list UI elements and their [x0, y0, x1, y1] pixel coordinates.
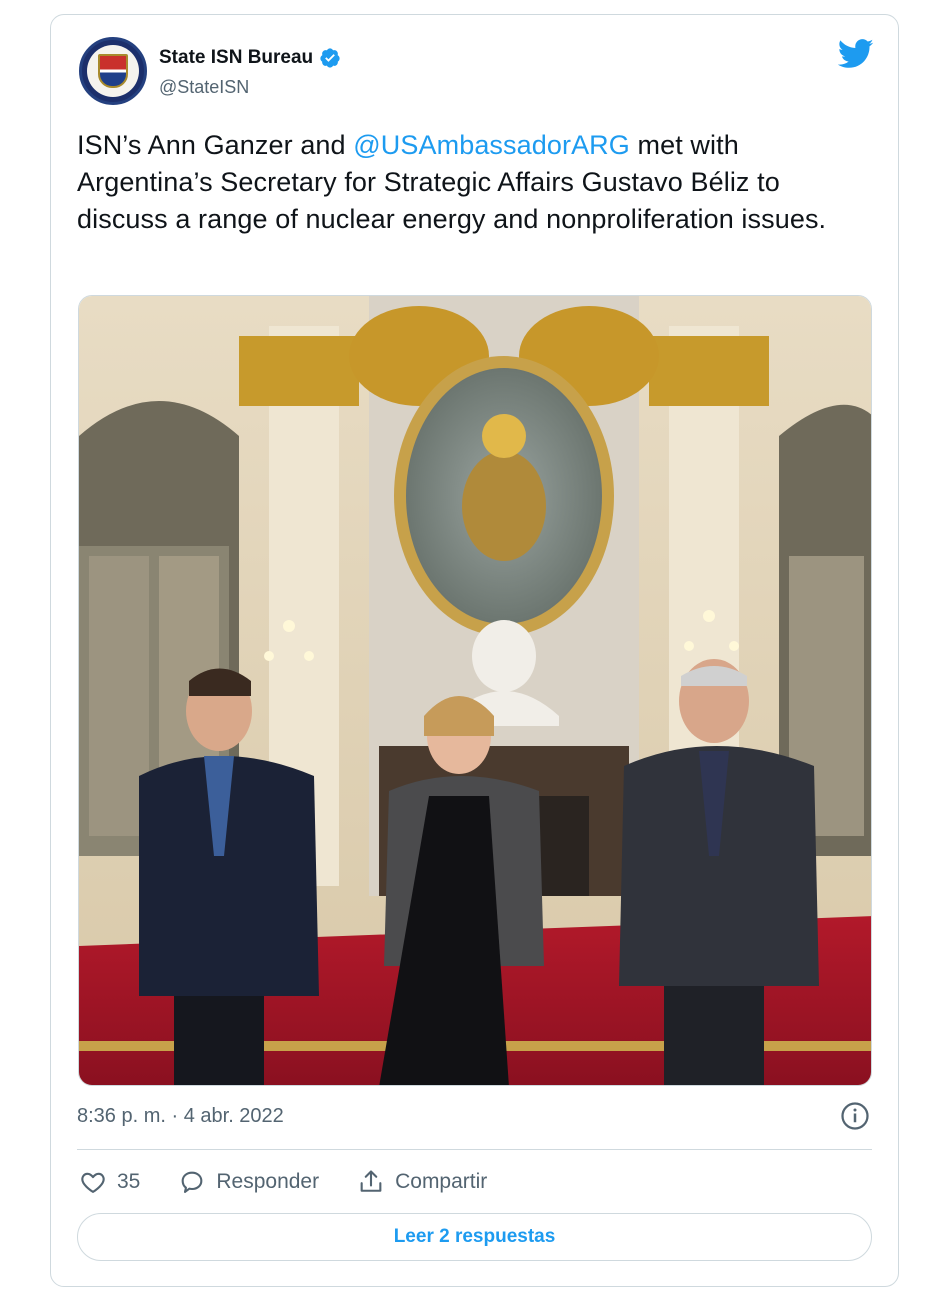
heart-icon	[81, 1172, 105, 1193]
share-label: Compartir	[395, 1170, 488, 1193]
verified-badge-icon	[320, 48, 340, 68]
tweet-photo[interactable]	[78, 295, 872, 1086]
mention-link[interactable]: @USAmbassadorARG	[353, 130, 630, 160]
author-name-row[interactable]: State ISN Bureau	[159, 47, 341, 69]
divider	[77, 1149, 872, 1150]
like-count: 35	[117, 1170, 141, 1193]
author-handle[interactable]: @StateISN	[159, 77, 249, 98]
share-button[interactable]: Compartir	[357, 1168, 487, 1196]
tweet-text: ISN’s Ann Ganzer and @USAmbassadorARG me…	[77, 127, 877, 238]
reply-label: Responder	[216, 1170, 320, 1193]
info-icon[interactable]	[840, 1101, 870, 1131]
photo-illustration	[79, 296, 871, 1085]
reply-icon	[181, 1171, 203, 1193]
avatar[interactable]	[79, 37, 147, 105]
like-button[interactable]: 35	[79, 1168, 140, 1196]
tweet-card: State ISN Bureau @StateISN ISN’s Ann Gan…	[50, 14, 899, 1287]
read-replies-button[interactable]: Leer 2 respuestas	[77, 1213, 872, 1261]
action-bar: 35 Responder Compartir	[79, 1165, 525, 1199]
reply-button[interactable]: Responder	[178, 1168, 319, 1196]
tweet-text-part1: ISN’s Ann Ganzer and	[77, 130, 354, 160]
twitter-bird-icon[interactable]	[838, 39, 874, 69]
author-display-name[interactable]: State ISN Bureau	[159, 47, 313, 69]
tweet-timestamp[interactable]: 8:36 p. m. · 4 abr. 2022	[77, 1105, 284, 1128]
share-icon	[360, 1170, 382, 1192]
tweet-header: State ISN Bureau @StateISN	[79, 37, 874, 105]
state-department-seal-icon	[87, 45, 139, 97]
